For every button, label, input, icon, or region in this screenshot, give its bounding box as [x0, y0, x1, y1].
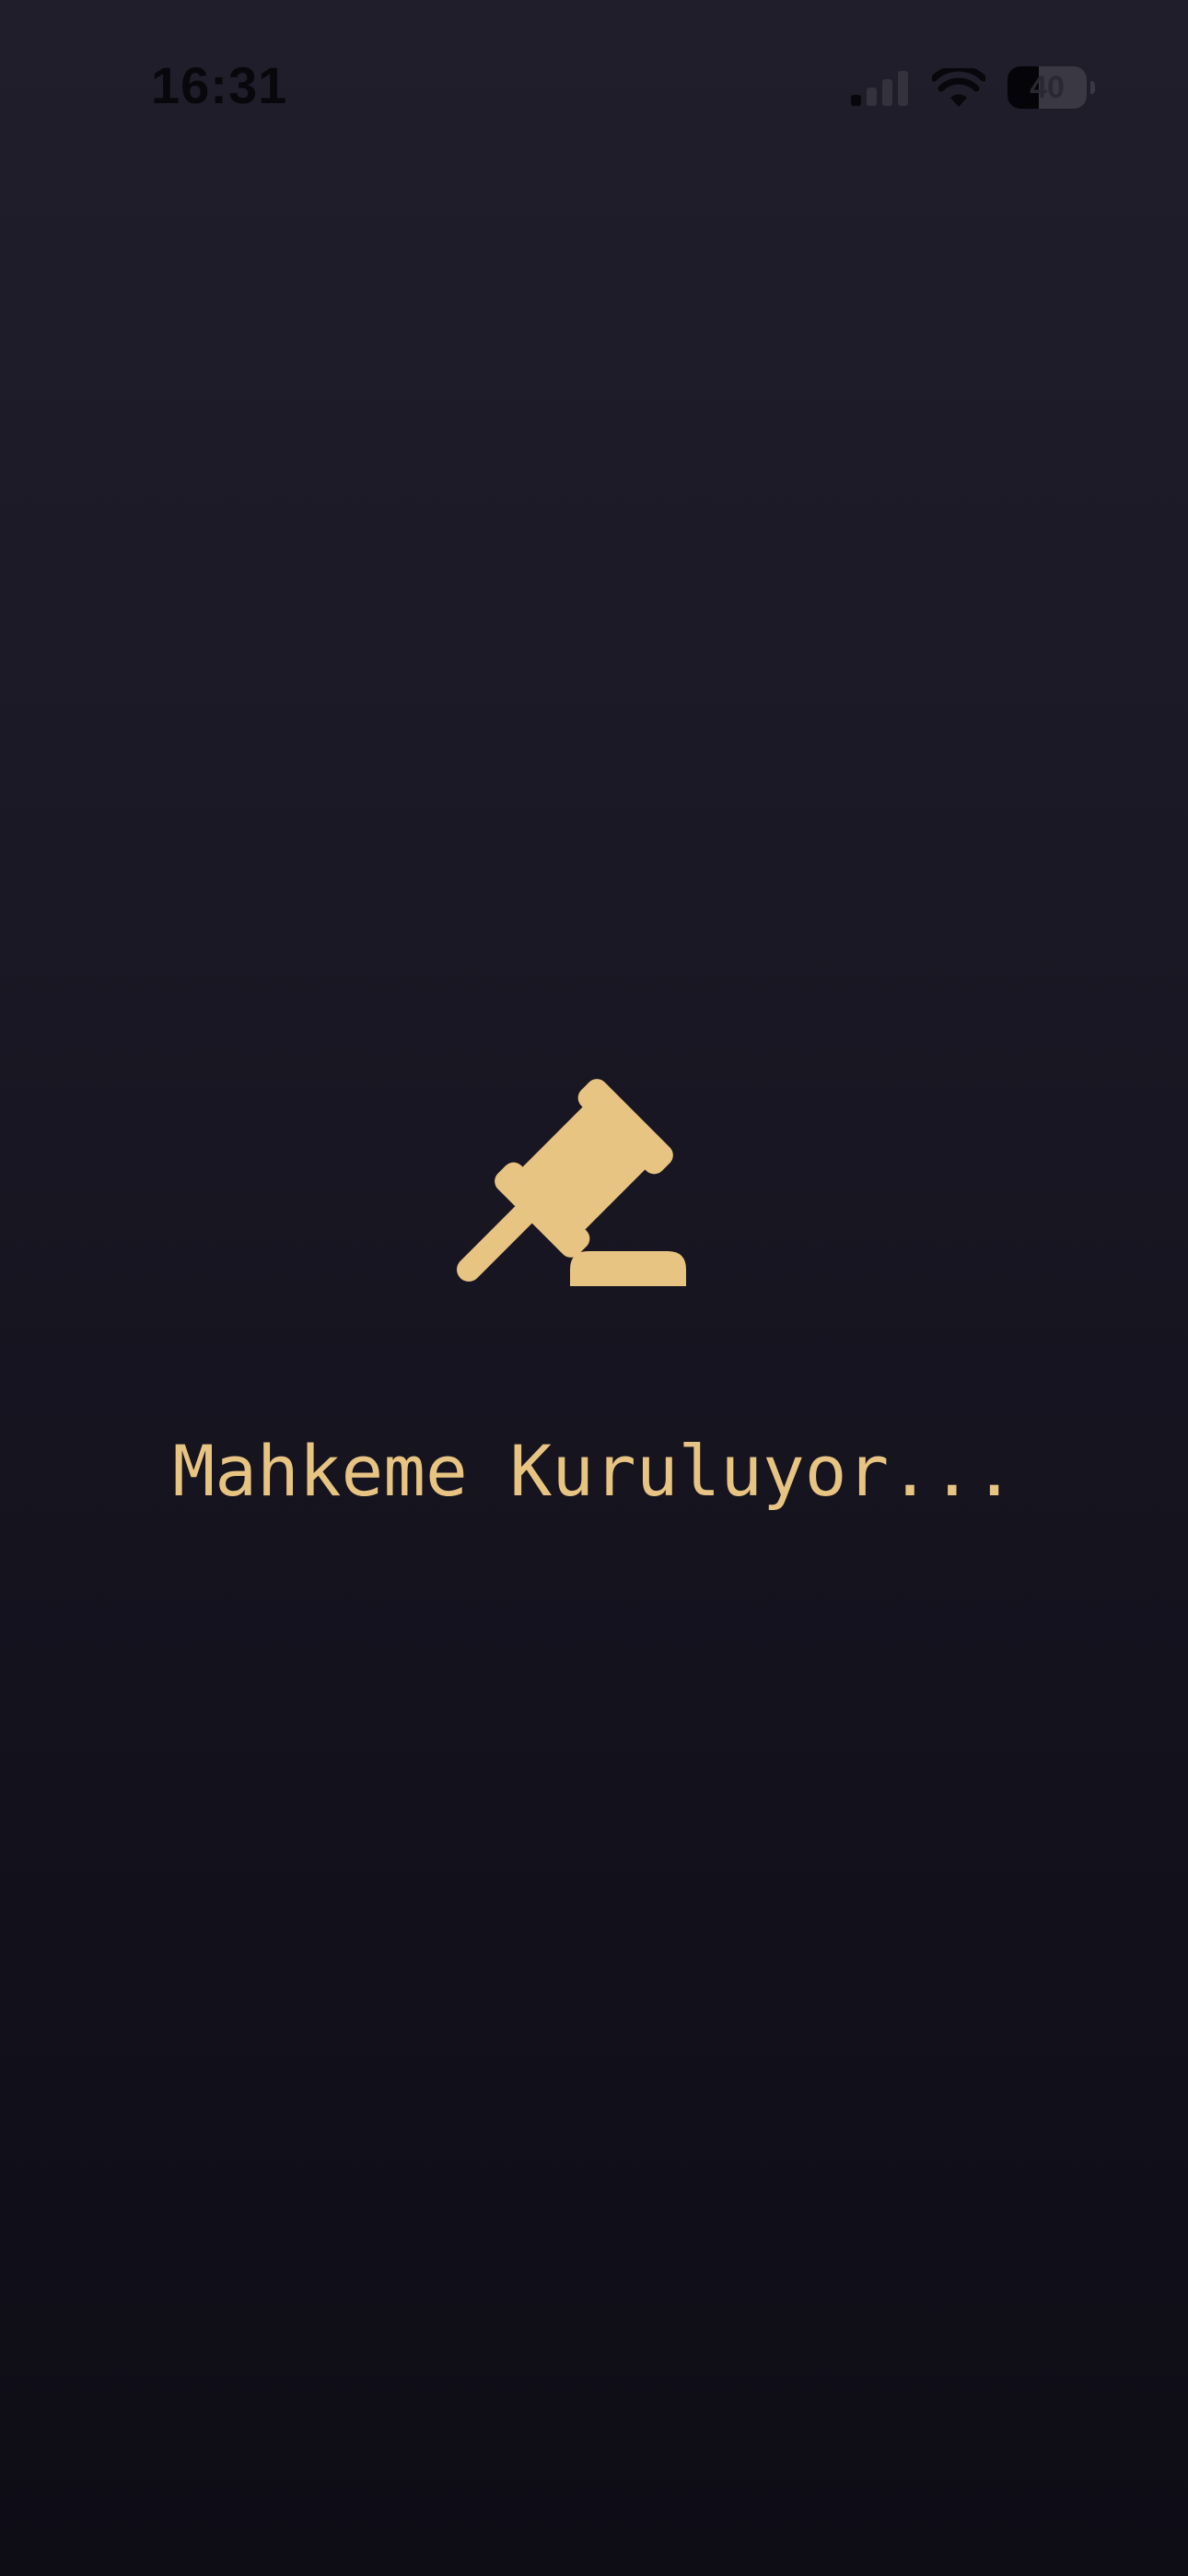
- battery-nub: [1090, 81, 1095, 94]
- loading-screen: Mahkeme Kuruluyor...: [0, 1050, 1188, 1512]
- status-icons: 40: [851, 64, 1095, 111]
- gavel-icon: [450, 1050, 708, 1308]
- cellular-signal-icon: [851, 69, 910, 106]
- battery-icon: 40: [1007, 66, 1095, 109]
- loading-message: Mahkeme Kuruluyor...: [172, 1430, 1016, 1512]
- wifi-icon: [932, 68, 985, 107]
- battery-level: 40: [1030, 69, 1065, 105]
- status-time: 16:31: [151, 56, 288, 114]
- status-bar: 16:31 40: [0, 0, 1188, 175]
